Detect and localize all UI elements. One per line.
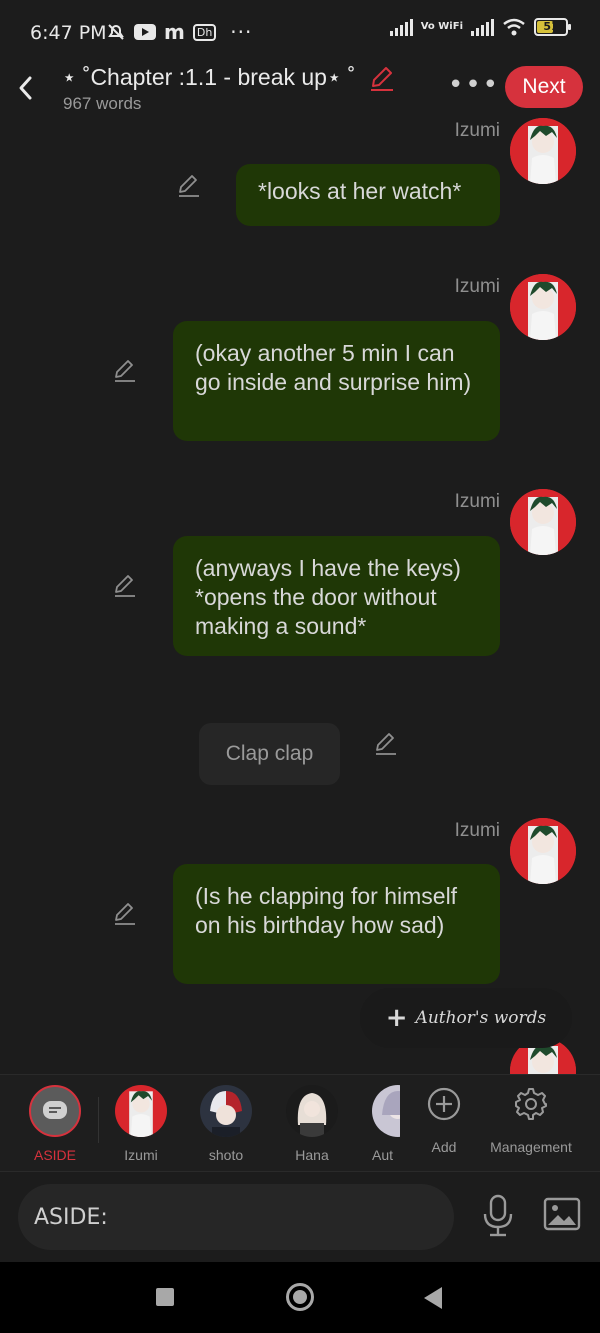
character-shoto[interactable]: shoto	[184, 1085, 268, 1163]
authors-words-button[interactable]: + Author's words	[360, 988, 572, 1048]
character-label: Izumi	[124, 1147, 158, 1163]
chat-area[interactable]: Izumi *looks at her watch* Izumi (okay a…	[0, 118, 600, 1074]
pencil-icon	[376, 733, 396, 755]
chevron-left-icon	[19, 76, 32, 100]
more-dots-icon: ···	[230, 20, 253, 44]
status-time: 6:47 PM	[30, 22, 107, 44]
avatar[interactable]	[510, 489, 576, 555]
gear-icon	[515, 1088, 547, 1120]
character-bar: ASIDE Izumi shoto Hana Aut Add Managemen…	[0, 1074, 600, 1172]
message-bubble[interactable]: (anyways I have the keys) *opens the doo…	[173, 536, 500, 656]
speech-bubble-icon	[43, 1101, 67, 1119]
message-bubble[interactable]: (Is he clapping for himself on his birth…	[173, 864, 500, 984]
character-label: Aut	[372, 1147, 394, 1163]
m-app-icon: m	[164, 20, 185, 44]
back-icon[interactable]	[424, 1287, 442, 1309]
izumi-avatar-image	[510, 274, 576, 340]
izumi-avatar-image	[510, 818, 576, 884]
izumi-avatar-image	[510, 489, 576, 555]
pencil-icon	[115, 575, 135, 597]
word-count: 967 words	[63, 94, 142, 113]
chapter-title[interactable]: ⋆ ˚Chapter :1.1 - break up⋆ ˚	[62, 64, 355, 91]
signal-icon-2	[471, 18, 494, 36]
izumi-avatar-image	[510, 118, 576, 184]
recents-icon[interactable]	[156, 1288, 174, 1306]
youtube-icon	[134, 24, 156, 40]
character-izumi[interactable]: Izumi	[99, 1085, 183, 1163]
status-system-icons: Vo WiFi 51	[389, 18, 571, 36]
speaker-name: Izumi	[454, 120, 500, 141]
character-label: Hana	[295, 1147, 329, 1163]
aside-avatar	[29, 1085, 81, 1137]
speaker-name: Izumi	[454, 820, 500, 841]
status-notification-icons: m Dh ···	[106, 20, 252, 44]
edit-message-button[interactable]	[112, 573, 138, 599]
battery-level: 51	[543, 20, 559, 33]
more-options-button[interactable]: •••	[448, 72, 500, 98]
shoto-avatar-image	[200, 1085, 252, 1137]
plus-icon: +	[385, 1003, 408, 1033]
character-label: ASIDE	[33, 1147, 76, 1163]
input-bar: ASIDE:	[0, 1172, 600, 1262]
add-label: Add	[431, 1139, 457, 1155]
signal-icon	[389, 18, 413, 36]
add-character-button[interactable]: Add	[424, 1087, 464, 1155]
message-input[interactable]: ASIDE:	[18, 1184, 454, 1250]
next-button[interactable]: Next	[505, 66, 583, 108]
avatar	[115, 1085, 167, 1137]
avatar[interactable]	[510, 118, 576, 184]
avatar	[286, 1085, 338, 1137]
aut-avatar-image	[372, 1085, 400, 1137]
battery-icon: 51	[534, 18, 571, 36]
microphone-icon	[483, 1194, 513, 1237]
system-nav-bar	[0, 1262, 600, 1333]
management-label: Management	[490, 1139, 572, 1155]
edit-title-button[interactable]	[368, 64, 396, 96]
speaker-name: Izumi	[454, 491, 500, 512]
authors-words-label: Author's words	[415, 1008, 547, 1028]
hana-avatar-image	[286, 1085, 338, 1137]
mute-icon	[108, 24, 124, 40]
avatar	[200, 1085, 252, 1137]
character-hana[interactable]: Hana	[270, 1085, 354, 1163]
character-aut[interactable]: Aut	[345, 1085, 400, 1163]
back-button[interactable]	[10, 68, 40, 108]
avatar[interactable]	[510, 274, 576, 340]
edit-message-button[interactable]	[112, 358, 138, 384]
speaker-name: Izumi	[454, 276, 500, 297]
edit-message-button[interactable]	[373, 731, 399, 757]
pencil-icon	[115, 360, 135, 382]
pencil-icon	[371, 67, 393, 91]
chapter-header: ⋆ ˚Chapter :1.1 - break up⋆ ˚ 967 words …	[0, 64, 600, 118]
character-label: shoto	[208, 1147, 244, 1163]
izumi-avatar-image	[115, 1085, 167, 1137]
message-bubble[interactable]: (okay another 5 min I can go inside and …	[173, 321, 500, 441]
character-aside[interactable]: ASIDE	[13, 1085, 97, 1163]
wifi-icon	[503, 18, 525, 36]
dh-app-icon: Dh	[192, 23, 217, 41]
message-bubble[interactable]: *looks at her watch*	[236, 164, 500, 226]
voice-input-button[interactable]	[478, 1194, 518, 1242]
management-button[interactable]: Management	[484, 1087, 578, 1155]
status-bar: 6:47 PM m Dh ··· Vo WiFi 51	[0, 0, 600, 64]
avatar	[372, 1085, 400, 1137]
plus-circle-icon	[427, 1087, 461, 1121]
image-upload-button[interactable]	[543, 1196, 581, 1236]
narration-bubble[interactable]: Clap clap	[199, 723, 340, 785]
image-icon	[543, 1197, 581, 1231]
home-icon[interactable]	[286, 1283, 314, 1311]
edit-message-button[interactable]	[112, 901, 138, 927]
edit-message-button[interactable]	[176, 173, 202, 199]
pencil-icon	[179, 175, 199, 197]
avatar[interactable]	[510, 818, 576, 884]
pencil-icon	[115, 903, 135, 925]
network-label: Vo WiFi	[420, 21, 463, 32]
